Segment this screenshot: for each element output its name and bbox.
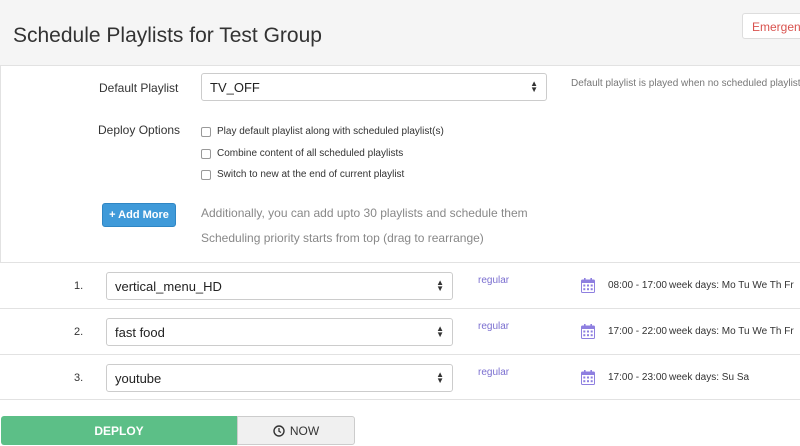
option-label: Combine content of all scheduled playlis… xyxy=(217,148,404,159)
row-number: 1. xyxy=(74,280,84,292)
select-arrows-icon: ▲ ▼ xyxy=(530,79,538,94)
deploy-now-button[interactable]: NOW xyxy=(237,416,355,445)
playlist-value: vertical_menu_HD xyxy=(115,278,222,294)
option-switch-at-end[interactable]: Switch to new at the end of current play… xyxy=(201,169,404,180)
default-playlist-select[interactable]: TV_OFF ▲ ▼ xyxy=(201,73,547,101)
checkbox[interactable] xyxy=(201,126,211,137)
schedule-days: week days: Mo Tu We Th Fr xyxy=(669,326,794,337)
divider xyxy=(0,399,800,400)
calendar-icon[interactable] xyxy=(581,324,595,339)
playlist-select[interactable]: fast food ▲ ▼ xyxy=(106,318,453,346)
option-combine-content[interactable]: Combine content of all scheduled playlis… xyxy=(201,148,403,159)
playlist-type-link[interactable]: regular xyxy=(478,321,509,332)
schedule-time: 17:00 - 23:00 xyxy=(608,372,667,383)
deploy-options-label: Deploy Options xyxy=(98,123,181,137)
now-label: NOW xyxy=(289,423,320,438)
emergency-button[interactable]: Emergency xyxy=(742,13,800,39)
calendar-icon[interactable] xyxy=(581,278,595,293)
playlist-value: youtube xyxy=(115,370,162,386)
schedule-days: week days: Su Sa xyxy=(669,372,750,383)
select-arrows-icon: ▲ ▼ xyxy=(436,370,444,385)
row-number: 2. xyxy=(74,326,84,338)
playlist-type-link[interactable]: regular xyxy=(478,367,509,378)
page-title: Schedule Playlists for Test Group xyxy=(13,24,322,47)
select-arrows-icon: ▲ ▼ xyxy=(436,278,444,293)
info-text-priority: Scheduling priority starts from top (dra… xyxy=(201,231,484,245)
default-playlist-label: Default Playlist xyxy=(99,81,179,95)
settings-panel: Default Playlist TV_OFF ▲ ▼ Default playl… xyxy=(0,66,800,262)
row-number: 3. xyxy=(74,372,84,384)
checkbox[interactable] xyxy=(201,148,211,159)
checkbox[interactable] xyxy=(201,169,211,180)
schedule-days: week days: Mo Tu We Th Fr xyxy=(669,280,794,291)
schedule-time: 17:00 - 22:00 xyxy=(608,326,667,337)
option-play-default[interactable]: Play default playlist along with schedul… xyxy=(201,126,444,137)
playlist-value: fast food xyxy=(115,324,165,340)
clock-icon xyxy=(273,424,285,437)
default-playlist-value: TV_OFF xyxy=(210,79,260,95)
default-playlist-help: Default playlist is played when no sched… xyxy=(571,78,800,89)
add-more-button[interactable]: + Add More xyxy=(102,203,176,227)
playlist-select[interactable]: youtube ▲ ▼ xyxy=(106,364,453,392)
calendar-icon[interactable] xyxy=(581,370,595,385)
playlist-select[interactable]: vertical_menu_HD ▲ ▼ xyxy=(106,272,453,300)
schedule-row[interactable]: 2. fast food ▲ ▼ regular 17:00 - 22:00 we… xyxy=(0,308,800,354)
schedule-time: 08:00 - 17:00 xyxy=(608,280,667,291)
playlist-type-link[interactable]: regular xyxy=(478,275,509,286)
page-header: Schedule Playlists for Test Group Emerge… xyxy=(0,0,800,66)
option-label: Play default playlist along with schedul… xyxy=(217,126,444,137)
deploy-button[interactable]: DEPLOY xyxy=(1,416,237,445)
option-label: Switch to new at the end of current play… xyxy=(217,169,405,180)
schedule-row[interactable]: 1. vertical_menu_HD ▲ ▼ regular 08:00 - 1… xyxy=(0,262,800,308)
info-text-limit: Additionally, you can add upto 30 playli… xyxy=(201,206,528,220)
select-arrows-icon: ▲ ▼ xyxy=(436,324,444,339)
schedule-row[interactable]: 3. youtube ▲ ▼ regular 17:00 - 23:00 week… xyxy=(0,354,800,400)
